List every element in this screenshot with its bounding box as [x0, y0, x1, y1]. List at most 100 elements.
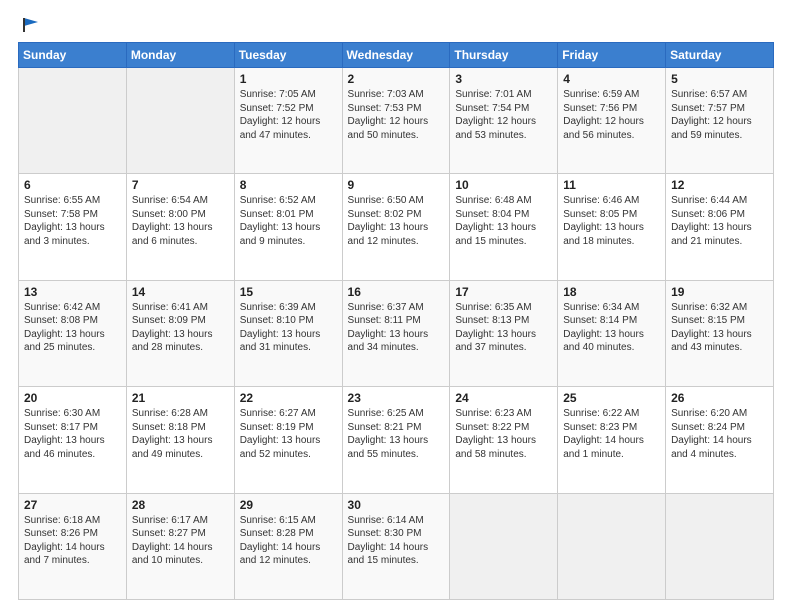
day-info: Sunrise: 7:05 AMSunset: 7:52 PMDaylight:… — [240, 88, 337, 142]
calendar-cell: 17Sunrise: 6:35 AMSunset: 8:13 PMDayligh… — [450, 280, 558, 386]
day-number: 28 — [132, 498, 229, 512]
day-info: Sunrise: 6:42 AMSunset: 8:08 PMDaylight:… — [24, 301, 121, 355]
calendar-cell: 6 Sunrise: 6:55 AMSunset: 7:58 PMDaylight… — [19, 174, 127, 280]
day-info: Sunrise: 6:23 AMSunset: 8:22 PMDaylight:… — [455, 407, 552, 461]
calendar-cell: 28 Sunrise: 6:17 AMSunset: 8:27 PMDayligh… — [126, 493, 234, 599]
day-info: Sunrise: 7:03 AMSunset: 7:53 PMDaylight:… — [348, 88, 445, 142]
day-number: 11 — [563, 178, 660, 192]
weekday-header-friday: Friday — [558, 43, 666, 68]
day-number: 4 — [563, 72, 660, 86]
day-info: Sunrise: 7:01 AMSunset: 7:54 PMDaylight:… — [455, 88, 552, 142]
calendar-cell: 24 Sunrise: 6:23 AMSunset: 8:22 PMDayligh… — [450, 387, 558, 493]
calendar-cell: 11 Sunrise: 6:46 AMSunset: 8:05 PMDayligh… — [558, 174, 666, 280]
day-number: 10 — [455, 178, 552, 192]
calendar-cell: 8 Sunrise: 6:52 AMSunset: 8:01 PMDaylight… — [234, 174, 342, 280]
page: SundayMondayTuesdayWednesdayThursdayFrid… — [0, 0, 792, 612]
calendar-cell: 23 Sunrise: 6:25 AMSunset: 8:21 PMDayligh… — [342, 387, 450, 493]
day-number: 30 — [348, 498, 445, 512]
day-info: Sunrise: 6:34 AMSunset: 8:14 PMDaylight:… — [563, 301, 660, 355]
day-info: Sunrise: 6:37 AMSunset: 8:11 PMDaylight:… — [348, 301, 445, 355]
weekday-header-monday: Monday — [126, 43, 234, 68]
calendar-cell — [558, 493, 666, 599]
day-info: Sunrise: 6:50 AMSunset: 8:02 PMDaylight:… — [348, 194, 445, 248]
day-info: Sunrise: 6:52 AMSunset: 8:01 PMDaylight:… — [240, 194, 337, 248]
header — [18, 16, 774, 32]
day-number: 12 — [671, 178, 768, 192]
day-number: 16 — [348, 285, 445, 299]
calendar-cell: 12Sunrise: 6:44 AMSunset: 8:06 PMDayligh… — [666, 174, 774, 280]
day-info: Sunrise: 6:48 AMSunset: 8:04 PMDaylight:… — [455, 194, 552, 248]
day-number: 7 — [132, 178, 229, 192]
day-number: 3 — [455, 72, 552, 86]
calendar-cell: 29 Sunrise: 6:15 AMSunset: 8:28 PMDayligh… — [234, 493, 342, 599]
day-info: Sunrise: 6:20 AMSunset: 8:24 PMDaylight:… — [671, 407, 768, 461]
logo — [18, 16, 42, 32]
day-info: Sunrise: 6:55 AMSunset: 7:58 PMDaylight:… — [24, 194, 121, 248]
day-number: 20 — [24, 391, 121, 405]
calendar-week-5: 27 Sunrise: 6:18 AMSunset: 8:26 PMDayligh… — [19, 493, 774, 599]
calendar-cell: 16 Sunrise: 6:37 AMSunset: 8:11 PMDayligh… — [342, 280, 450, 386]
day-number: 29 — [240, 498, 337, 512]
day-number: 26 — [671, 391, 768, 405]
day-info: Sunrise: 6:30 AMSunset: 8:17 PMDaylight:… — [24, 407, 121, 461]
day-number: 9 — [348, 178, 445, 192]
day-number: 6 — [24, 178, 121, 192]
day-info: Sunrise: 6:46 AMSunset: 8:05 PMDaylight:… — [563, 194, 660, 248]
calendar-week-4: 20 Sunrise: 6:30 AMSunset: 8:17 PMDayligh… — [19, 387, 774, 493]
day-number: 22 — [240, 391, 337, 405]
day-number: 18 — [563, 285, 660, 299]
calendar-cell: 21 Sunrise: 6:28 AMSunset: 8:18 PMDayligh… — [126, 387, 234, 493]
calendar-cell: 14 Sunrise: 6:41 AMSunset: 8:09 PMDayligh… — [126, 280, 234, 386]
calendar-cell: 15Sunrise: 6:39 AMSunset: 8:10 PMDayligh… — [234, 280, 342, 386]
day-number: 25 — [563, 391, 660, 405]
day-info: Sunrise: 6:28 AMSunset: 8:18 PMDaylight:… — [132, 407, 229, 461]
day-number: 21 — [132, 391, 229, 405]
calendar-cell: 4 Sunrise: 6:59 AMSunset: 7:56 PMDaylight… — [558, 68, 666, 174]
day-number: 27 — [24, 498, 121, 512]
calendar-week-3: 13Sunrise: 6:42 AMSunset: 8:08 PMDayligh… — [19, 280, 774, 386]
day-number: 8 — [240, 178, 337, 192]
day-info: Sunrise: 6:22 AMSunset: 8:23 PMDaylight:… — [563, 407, 660, 461]
calendar-cell: 3 Sunrise: 7:01 AMSunset: 7:54 PMDaylight… — [450, 68, 558, 174]
calendar-cell — [450, 493, 558, 599]
day-info: Sunrise: 6:54 AMSunset: 8:00 PMDaylight:… — [132, 194, 229, 248]
calendar-cell: 30Sunrise: 6:14 AMSunset: 8:30 PMDayligh… — [342, 493, 450, 599]
day-info: Sunrise: 6:27 AMSunset: 8:19 PMDaylight:… — [240, 407, 337, 461]
calendar-cell — [19, 68, 127, 174]
calendar-cell: 20 Sunrise: 6:30 AMSunset: 8:17 PMDayligh… — [19, 387, 127, 493]
weekday-header-sunday: Sunday — [19, 43, 127, 68]
day-info: Sunrise: 6:17 AMSunset: 8:27 PMDaylight:… — [132, 514, 229, 568]
day-info: Sunrise: 6:15 AMSunset: 8:28 PMDaylight:… — [240, 514, 337, 568]
weekday-header-wednesday: Wednesday — [342, 43, 450, 68]
day-number: 5 — [671, 72, 768, 86]
day-info: Sunrise: 6:41 AMSunset: 8:09 PMDaylight:… — [132, 301, 229, 355]
logo-flag-icon — [20, 14, 42, 36]
calendar-cell: 9 Sunrise: 6:50 AMSunset: 8:02 PMDaylight… — [342, 174, 450, 280]
day-info: Sunrise: 6:39 AMSunset: 8:10 PMDaylight:… — [240, 301, 337, 355]
calendar-cell: 22 Sunrise: 6:27 AMSunset: 8:19 PMDayligh… — [234, 387, 342, 493]
day-number: 17 — [455, 285, 552, 299]
calendar-cell — [126, 68, 234, 174]
day-number: 23 — [348, 391, 445, 405]
calendar-cell: 10 Sunrise: 6:48 AMSunset: 8:04 PMDayligh… — [450, 174, 558, 280]
calendar-week-2: 6 Sunrise: 6:55 AMSunset: 7:58 PMDaylight… — [19, 174, 774, 280]
day-info: Sunrise: 6:25 AMSunset: 8:21 PMDaylight:… — [348, 407, 445, 461]
weekday-header-thursday: Thursday — [450, 43, 558, 68]
day-info: Sunrise: 6:59 AMSunset: 7:56 PMDaylight:… — [563, 88, 660, 142]
weekday-header-row: SundayMondayTuesdayWednesdayThursdayFrid… — [19, 43, 774, 68]
day-number: 2 — [348, 72, 445, 86]
calendar-cell: 26 Sunrise: 6:20 AMSunset: 8:24 PMDayligh… — [666, 387, 774, 493]
calendar-cell: 27 Sunrise: 6:18 AMSunset: 8:26 PMDayligh… — [19, 493, 127, 599]
calendar-cell: 18 Sunrise: 6:34 AMSunset: 8:14 PMDayligh… — [558, 280, 666, 386]
day-info: Sunrise: 6:18 AMSunset: 8:26 PMDaylight:… — [24, 514, 121, 568]
day-number: 24 — [455, 391, 552, 405]
day-number: 19 — [671, 285, 768, 299]
calendar-week-1: 1Sunrise: 7:05 AMSunset: 7:52 PMDaylight… — [19, 68, 774, 174]
calendar-cell: 5Sunrise: 6:57 AMSunset: 7:57 PMDaylight… — [666, 68, 774, 174]
calendar-cell: 19Sunrise: 6:32 AMSunset: 8:15 PMDayligh… — [666, 280, 774, 386]
calendar-table: SundayMondayTuesdayWednesdayThursdayFrid… — [18, 42, 774, 600]
day-number: 14 — [132, 285, 229, 299]
calendar-cell: 2 Sunrise: 7:03 AMSunset: 7:53 PMDaylight… — [342, 68, 450, 174]
calendar-cell: 25 Sunrise: 6:22 AMSunset: 8:23 PMDayligh… — [558, 387, 666, 493]
weekday-header-tuesday: Tuesday — [234, 43, 342, 68]
